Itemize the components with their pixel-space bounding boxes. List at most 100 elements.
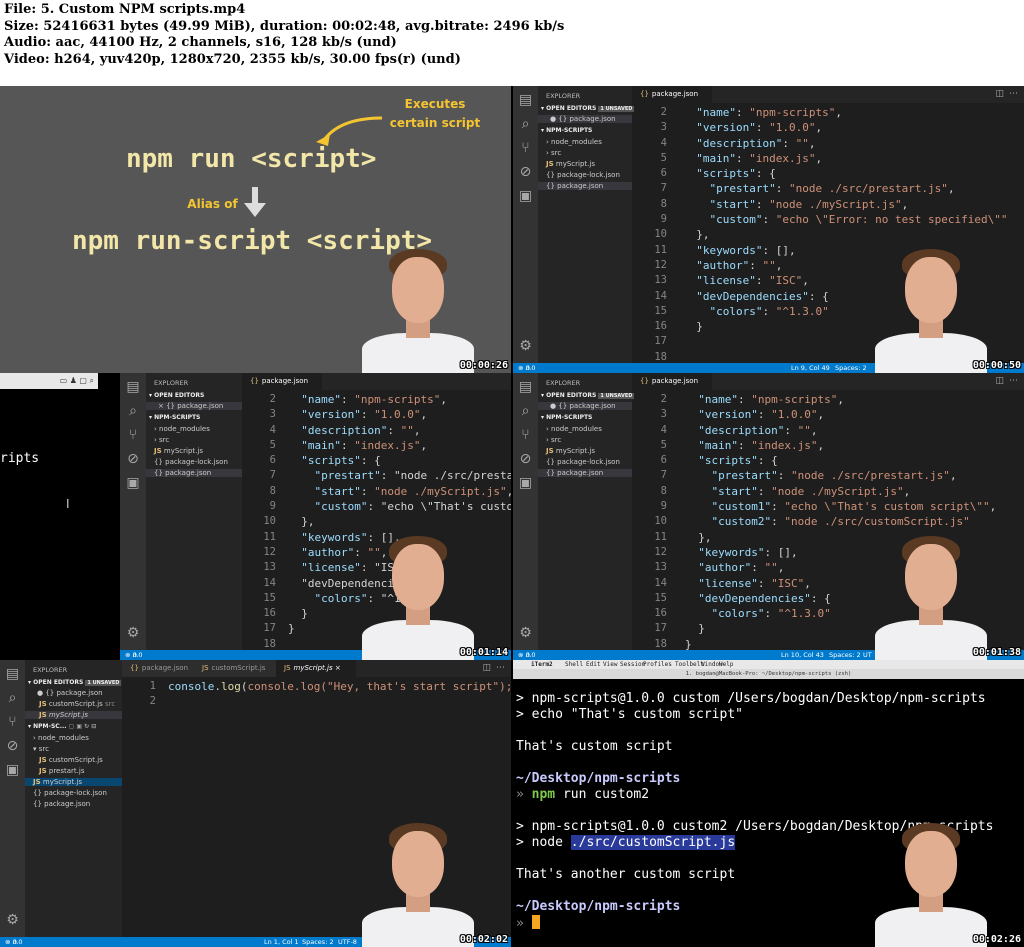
tree-myscript[interactable]: JS myScript.js	[546, 160, 595, 168]
open-editors-header[interactable]: ▾ OPEN EDITORS 1 UNSAVED	[28, 679, 122, 686]
tree-package-json[interactable]: {} package.json	[538, 182, 632, 190]
errors-status[interactable]: ⊗ 0 ⚠ 0	[518, 363, 535, 373]
code-line[interactable]: "name": "npm-scripts",	[685, 392, 996, 407]
split-editor-icon[interactable]: ◫	[482, 663, 491, 673]
more-actions-icon[interactable]: ⋯	[496, 663, 505, 673]
debug-icon[interactable]: ⊘	[0, 738, 25, 754]
code-line[interactable]: "custom2": "node ./src/customScript.js"	[685, 514, 996, 529]
project-header[interactable]: ▾ NPM-SC... ▢ ▣ ↻ ⊟	[28, 723, 96, 730]
tree-package-lock[interactable]: {} package-lock.json	[546, 458, 620, 466]
code-line[interactable]: "custom": "echo \"Error: no test specifi…	[683, 212, 1008, 227]
git-icon[interactable]: ⑂	[513, 427, 538, 443]
git-icon[interactable]: ⑂	[513, 140, 538, 156]
search-icon[interactable]: ⌕	[0, 690, 25, 706]
gear-icon[interactable]: ⚙	[0, 912, 25, 928]
tree-node-modules[interactable]: › node_modules	[546, 425, 602, 433]
code-line[interactable]: "scripts": {	[288, 453, 511, 468]
extensions-icon[interactable]: ▣	[513, 188, 538, 204]
open-editor-customscript[interactable]: JS customScript.js src	[39, 700, 115, 708]
tree-package-json[interactable]: {} package.json	[538, 469, 632, 477]
code-line[interactable]: "version": "1.0.0",	[288, 407, 511, 422]
errors-status[interactable]: ⊗ 0 ⚠ 0	[5, 937, 22, 947]
search-icon[interactable]: ⌕	[513, 116, 538, 132]
open-editor-package-json[interactable]: ● {} package.json	[538, 115, 632, 123]
menu-item[interactable]: iTerm2	[531, 660, 553, 669]
tree-myscript[interactable]: JS myScript.js	[546, 447, 595, 455]
code-line[interactable]: "description": "",	[685, 423, 996, 438]
tab-package-json[interactable]: {} package.json	[242, 373, 322, 390]
code-line[interactable]: "name": "npm-scripts",	[683, 105, 1008, 120]
open-editor-package-json[interactable]: × {} package.json	[146, 402, 242, 410]
gear-icon[interactable]: ⚙	[513, 625, 538, 641]
search-icon[interactable]: ⌕	[513, 403, 538, 419]
split-editor-icon[interactable]: ◫	[995, 376, 1004, 386]
encoding-status[interactable]: UT	[863, 650, 872, 660]
tree-node-modules[interactable]: › node_modules	[33, 734, 89, 742]
indent-status[interactable]: Spaces: 2	[835, 363, 867, 373]
git-icon[interactable]: ⑂	[120, 427, 146, 443]
tree-src[interactable]: ▾ src	[33, 745, 49, 753]
code-line[interactable]: "description": "",	[683, 136, 1008, 151]
code-line[interactable]: "custom1": "echo \"That's custom script\…	[685, 499, 997, 514]
project-header[interactable]: ▾ NPM-SCRIPTS	[541, 127, 592, 134]
tab-customscript[interactable]: JS customScript.js	[194, 660, 276, 677]
menu-item[interactable]: Profiles	[643, 660, 672, 669]
files-icon[interactable]: ▤	[0, 666, 25, 682]
tab-package-json[interactable]: {} package.json	[632, 373, 712, 390]
tree-node-modules[interactable]: › node_modules	[154, 425, 210, 433]
editor-code[interactable]: console.log(console.log("Hey, that's sta…	[168, 679, 511, 694]
open-editor-package-json[interactable]: ● {} package.json	[37, 689, 103, 697]
tree-customscript[interactable]: JS customScript.js	[39, 756, 103, 764]
indent-status[interactable]: Spaces: 2	[829, 650, 861, 660]
terminal-input-line[interactable]: »	[516, 915, 540, 931]
menu-item[interactable]: Edit	[586, 660, 600, 669]
code-line[interactable]: "custom": "echo \"That's custom	[288, 499, 512, 514]
tab-package-json[interactable]: {} package.json	[632, 86, 712, 103]
project-header[interactable]: ▾ NPM-SCRIPTS	[541, 414, 592, 421]
git-icon[interactable]: ⑂	[0, 714, 25, 730]
more-actions-icon[interactable]: ⋯	[1009, 89, 1018, 99]
code-line[interactable]: "main": "index.js",	[685, 438, 996, 453]
code-line[interactable]: "scripts": {	[685, 453, 996, 468]
tree-node-modules[interactable]: › node_modules	[546, 138, 602, 146]
code-line[interactable]: "prestart": "node ./src/prestart.js",	[683, 181, 1008, 196]
open-editors-header[interactable]: ▾ OPEN EDITORS	[149, 392, 204, 399]
search-icon[interactable]: ⌕	[120, 403, 146, 419]
code-line[interactable]: "main": "index.js",	[683, 151, 1008, 166]
code-line[interactable]: "prestart": "node ./src/prestart.js",	[685, 468, 996, 483]
code-line[interactable]: "description": "",	[288, 423, 511, 438]
code-line[interactable]: "prestart": "node ./src/prestart	[288, 468, 512, 483]
debug-icon[interactable]: ⊘	[513, 164, 538, 180]
debug-icon[interactable]: ⊘	[513, 451, 538, 467]
tree-package-lock[interactable]: {} package-lock.json	[546, 171, 620, 179]
tree-package-lock[interactable]: {} package-lock.json	[33, 789, 107, 797]
code-line[interactable]: "start": "node ./myScript.js",	[685, 484, 996, 499]
code-line[interactable]: "start": "node ./myScript.js",	[288, 484, 512, 499]
open-editors-header[interactable]: ▾ OPEN EDITORS 1 UNSAVED	[541, 105, 635, 112]
tree-src[interactable]: › src	[546, 149, 561, 157]
split-editor-icon[interactable]: ◫	[995, 89, 1004, 99]
open-editors-header[interactable]: ▾ OPEN EDITORS 1 UNSAVED	[541, 392, 635, 399]
code-line[interactable]: "name": "npm-scripts",	[288, 392, 511, 407]
menu-item[interactable]: Session	[620, 660, 645, 669]
errors-status[interactable]: ⊗ 0 ⚠ 0	[125, 650, 142, 660]
extensions-icon[interactable]: ▣	[513, 475, 538, 491]
tab-package-json[interactable]: {} package.json	[122, 660, 194, 677]
extensions-icon[interactable]: ▣	[0, 762, 25, 778]
tab-myscript[interactable]: JS myScript.js ×	[276, 660, 356, 677]
menu-item[interactable]: View	[603, 660, 617, 669]
open-editor-package-json[interactable]: ● {} package.json	[538, 402, 632, 410]
open-editor-myscript[interactable]: JS myScript.js	[25, 711, 122, 719]
indent-status[interactable]: Spaces: 2	[302, 937, 334, 947]
cursor-position[interactable]: Ln 1, Col 1	[264, 937, 299, 947]
files-icon[interactable]: ▤	[513, 92, 538, 108]
code-line[interactable]: },	[683, 227, 1008, 242]
tree-src[interactable]: › src	[154, 436, 169, 444]
code-line[interactable]: "start": "node ./myScript.js",	[683, 197, 1008, 212]
menu-item[interactable]: Shell	[565, 660, 583, 669]
tree-prestart[interactable]: JS prestart.js	[39, 767, 85, 775]
code-line[interactable]: "main": "index.js",	[288, 438, 511, 453]
errors-status[interactable]: ⊗ 0 ⚠ 0	[518, 650, 535, 660]
project-header[interactable]: ▾ NPM-SCRIPTS	[149, 414, 200, 421]
files-icon[interactable]: ▤	[120, 379, 146, 395]
